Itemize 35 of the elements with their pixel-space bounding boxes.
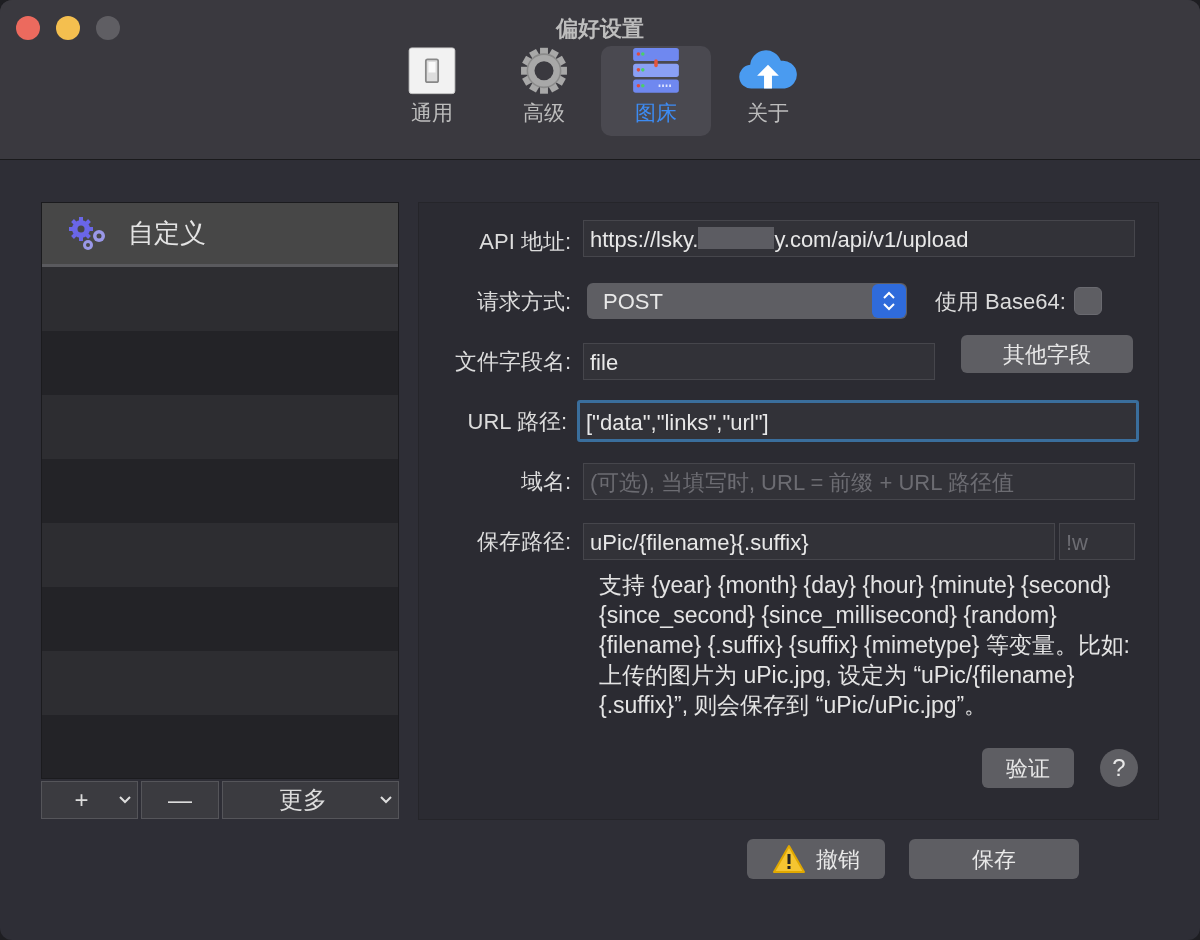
list-button[interactable]: + <box>41 781 138 819</box>
tab[interactable]: 通用 <box>377 46 487 136</box>
minimize-button[interactable] <box>56 16 80 40</box>
warning-icon <box>772 844 806 874</box>
text-field[interactable]: (可选), 当填写时, URL = 前缀 + URL 路径值 <box>583 462 1135 500</box>
tab[interactable]: 高级 <box>489 46 599 136</box>
text-field[interactable]: !w <box>1059 522 1135 560</box>
text-field[interactable]: https://lsky. y.com/api/v1/upload <box>583 219 1135 257</box>
close-button[interactable] <box>16 16 40 40</box>
help-button[interactable]: ? <box>1100 749 1138 787</box>
footer-button[interactable]: 保存 <box>909 839 1079 879</box>
other-fields-button[interactable]: 其他字段 <box>961 335 1133 373</box>
field-label: API 地址: <box>478 227 572 256</box>
list-item[interactable]: 自定义 <box>42 203 398 267</box>
window-title: 偏好设置 <box>556 16 644 41</box>
stepper-icon <box>882 290 896 312</box>
text-field[interactable]: ["data","links","url"] <box>577 400 1139 442</box>
method-select[interactable]: POST <box>587 283 907 319</box>
field-label: 域名: <box>519 467 572 496</box>
tab[interactable]: 关于 <box>713 46 823 136</box>
checkbox[interactable] <box>1073 287 1102 315</box>
checkbox-label: 使用 Base64: <box>935 287 1066 316</box>
verify-button[interactable]: 验证 <box>982 748 1074 788</box>
text-field[interactable]: file <box>583 342 935 380</box>
field-label: 请求方式: <box>475 287 572 316</box>
switch-icon <box>405 47 459 95</box>
field-label: URL 路径: <box>466 407 568 436</box>
list-item-label: 自定义 <box>128 217 206 250</box>
field-label: 保存路径: <box>475 527 572 556</box>
list-button[interactable]: — <box>141 781 219 819</box>
footer-button[interactable]: 撤销 <box>747 839 885 879</box>
field-label: 文件字段名: <box>453 347 572 376</box>
list-button[interactable]: 更多 <box>222 781 399 819</box>
help-text: 支持 {year} {month} {day} {hour} {minute} {second} {since_second} {since_millisecond} {random} {filename} {.suffix} {suffix} {mimetype} 等变量。比如: 上传的图片为 uPic.jpg, 设定为 “uPic/{filename}{.suffix}”, 则会保存到 “uPic/uPic.jpg”。 <box>599 571 1131 720</box>
text-field[interactable]: uPic/{filename}{.suffix} <box>583 522 1055 560</box>
